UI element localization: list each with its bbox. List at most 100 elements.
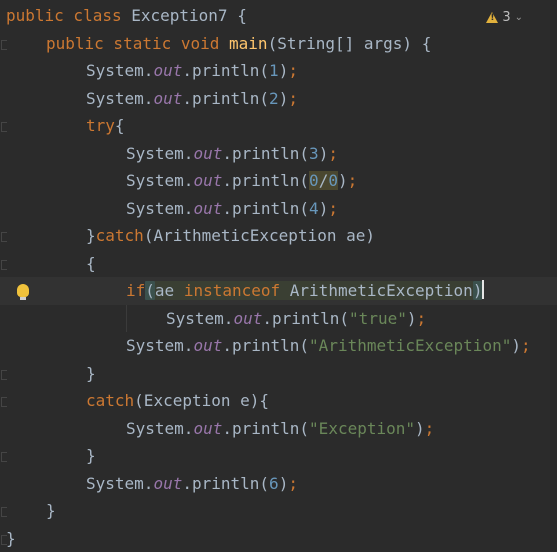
code-token: out (153, 474, 182, 493)
code-line[interactable]: System.out.println("true"); (0, 305, 557, 333)
code-line[interactable]: System.out.println("Exception"); (0, 415, 557, 443)
code-token: 2 (269, 89, 279, 108)
code-token: System. (86, 89, 153, 108)
code-text: System.out.println("Exception"); (126, 415, 434, 443)
text-caret (482, 280, 484, 299)
code-token: { (115, 116, 125, 135)
code-line[interactable]: }catch(ArithmeticException ae) (0, 222, 557, 250)
code-text: try{ (86, 112, 125, 140)
code-token: out (193, 144, 222, 163)
code-token: (Exception e){ (134, 391, 269, 410)
code-token: "Exception" (309, 419, 415, 438)
code-token: out (233, 309, 262, 328)
code-token: ; (521, 336, 531, 355)
fold-marker-icon[interactable] (1, 507, 7, 517)
code-token: if (126, 281, 145, 300)
code-token: ) (279, 474, 289, 493)
code-token: ) (319, 199, 329, 218)
code-token: ) (473, 281, 483, 300)
code-token: } (86, 226, 96, 245)
code-token: out (153, 89, 182, 108)
code-token: out (153, 61, 182, 80)
code-line[interactable]: System.out.println(2); (0, 85, 557, 113)
code-token: ) (279, 61, 289, 80)
code-line[interactable]: System.out.println(6); (0, 470, 557, 498)
code-line[interactable]: System.out.println("ArithmeticException"… (0, 332, 557, 360)
code-line[interactable]: System.out.println(4); (0, 195, 557, 223)
code-token: .println( (222, 144, 309, 163)
code-token: 1 (269, 61, 279, 80)
code-token: ; (288, 61, 298, 80)
code-line[interactable]: } (0, 442, 557, 470)
code-line[interactable]: catch(Exception e){ (0, 387, 557, 415)
code-line[interactable]: System.out.println(3); (0, 140, 557, 168)
code-token: System. (126, 199, 193, 218)
code-token: ; (288, 89, 298, 108)
code-token: System. (86, 474, 153, 493)
code-token: System. (126, 144, 193, 163)
code-line[interactable]: System.out.println(1); (0, 57, 557, 85)
code-line[interactable]: if(ae instanceof ArithmeticException) (0, 277, 557, 305)
code-token: public class (6, 6, 131, 25)
code-line[interactable]: try{ (0, 112, 557, 140)
code-token: 0 (309, 171, 319, 190)
code-text: }catch(ArithmeticException ae) (86, 222, 375, 250)
code-token: ) (415, 419, 425, 438)
code-token: .println( (262, 309, 349, 328)
code-line[interactable]: } (0, 497, 557, 525)
code-token: (String[] args) { (268, 34, 432, 53)
fold-marker-icon[interactable] (1, 122, 7, 132)
code-token: ( (145, 281, 155, 300)
code-token: out (193, 171, 222, 190)
code-token: .println( (182, 61, 269, 80)
code-token: / (319, 171, 329, 190)
code-token: ae (155, 281, 184, 300)
code-token: "ArithmeticException" (309, 336, 511, 355)
code-text: public class Exception7 { (6, 2, 247, 30)
code-token: .println( (222, 199, 309, 218)
code-token: ; (416, 309, 426, 328)
code-text: if(ae instanceof ArithmeticException) (126, 277, 484, 305)
code-token: { (86, 254, 96, 273)
fold-marker-icon[interactable] (1, 260, 7, 270)
code-line[interactable]: { (0, 250, 557, 278)
lightbulb-icon[interactable] (17, 284, 29, 297)
code-token: System. (126, 419, 193, 438)
fold-marker-icon[interactable] (1, 40, 7, 50)
code-text: public static void main(String[] args) { (46, 30, 431, 58)
code-token: } (6, 529, 16, 548)
code-line[interactable]: } (0, 525, 557, 552)
code-text: System.out.println(4); (126, 195, 338, 223)
code-editor[interactable]: 3 ⌄ public class Exception7 {public stat… (0, 0, 557, 541)
code-token: out (193, 336, 222, 355)
code-text: System.out.println(3); (126, 140, 338, 168)
indent-guide (126, 305, 127, 333)
code-token: System. (126, 171, 193, 190)
code-line[interactable]: } (0, 360, 557, 388)
code-token: instanceof (184, 281, 290, 300)
fold-marker-icon[interactable] (1, 452, 7, 462)
fold-marker-icon[interactable] (1, 370, 7, 380)
code-token: ; (288, 474, 298, 493)
code-token: Exception7 { (131, 6, 247, 25)
code-token: .println( (222, 336, 309, 355)
code-line[interactable]: public class Exception7 { (0, 2, 557, 30)
code-token: 6 (269, 474, 279, 493)
code-token: 0 (328, 171, 338, 190)
code-token: 3 (309, 144, 319, 163)
code-token: ) (279, 89, 289, 108)
code-token: out (193, 199, 222, 218)
fold-marker-icon[interactable] (1, 232, 7, 242)
code-token: ) (511, 336, 521, 355)
code-line[interactable]: public static void main(String[] args) { (0, 30, 557, 58)
code-token: ; (328, 199, 338, 218)
code-text: System.out.println(2); (86, 85, 298, 113)
code-token: ) (319, 144, 329, 163)
code-token: public static void (46, 34, 229, 53)
code-line[interactable]: System.out.println(0/0); (0, 167, 557, 195)
code-token: .println( (222, 171, 309, 190)
code-token: main (229, 34, 268, 53)
code-text: catch(Exception e){ (86, 387, 269, 415)
fold-marker-icon[interactable] (1, 397, 7, 407)
code-token: ArithmeticException (290, 281, 473, 300)
